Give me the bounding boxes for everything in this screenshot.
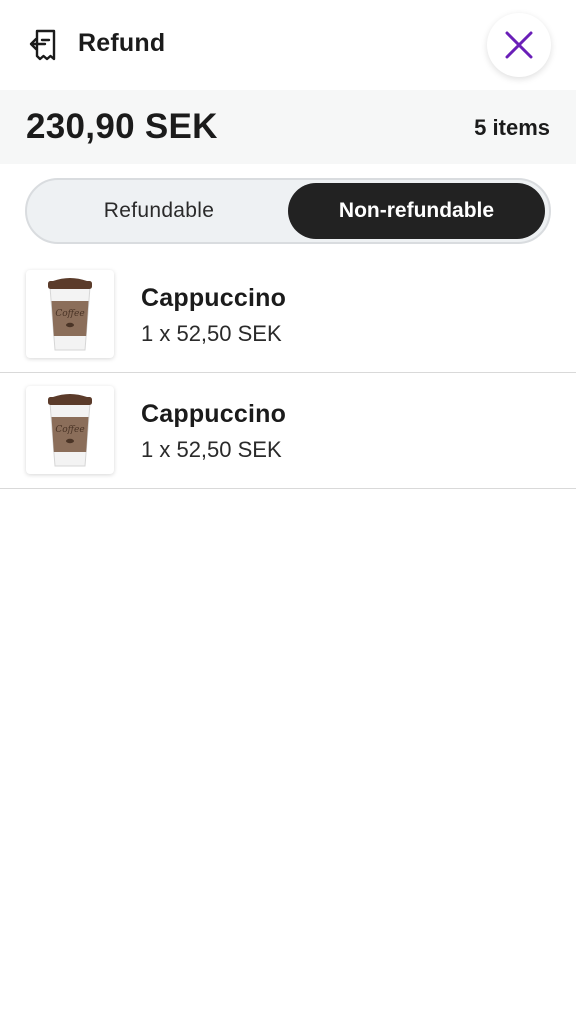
page-title: Refund	[78, 29, 166, 57]
item-price: 1 x 52,50 SEK	[141, 321, 282, 346]
item-price: 1 x 52,50 SEK	[141, 437, 282, 462]
cup-label: Coffee	[55, 425, 84, 435]
list-item[interactable]: Coffee Cappuccino 1 x 52,50 SEK	[0, 373, 576, 489]
cup-label: Coffee	[55, 309, 84, 319]
receipt-return-icon	[29, 29, 56, 61]
refund-screen: Refund 230,90 SEK 5 items Refundable Non…	[0, 0, 576, 1024]
item-list: Coffee Cappuccino 1 x 52,50 SEK Coffee C…	[0, 257, 576, 489]
coffee-cup-icon: Coffee	[48, 278, 92, 351]
product-image: Coffee	[26, 270, 114, 358]
item-count: 5 items	[474, 115, 550, 140]
refund-tab-switcher: Refundable Non-refundable	[25, 178, 551, 244]
refund-summary: 230,90 SEK 5 items	[0, 90, 576, 164]
item-name: Cappuccino	[141, 284, 287, 312]
close-button[interactable]	[487, 13, 551, 77]
list-item[interactable]: Coffee Cappuccino 1 x 52,50 SEK	[0, 257, 576, 373]
header: Refund	[0, 0, 576, 90]
refund-total: 230,90 SEK	[26, 107, 218, 146]
product-image: Coffee	[26, 386, 114, 474]
tab-non-refundable[interactable]: Non-refundable	[288, 183, 545, 239]
close-icon	[505, 31, 533, 59]
coffee-cup-icon: Coffee	[48, 394, 92, 467]
item-name: Cappuccino	[141, 400, 287, 428]
tab-refundable[interactable]: Refundable	[30, 183, 288, 239]
